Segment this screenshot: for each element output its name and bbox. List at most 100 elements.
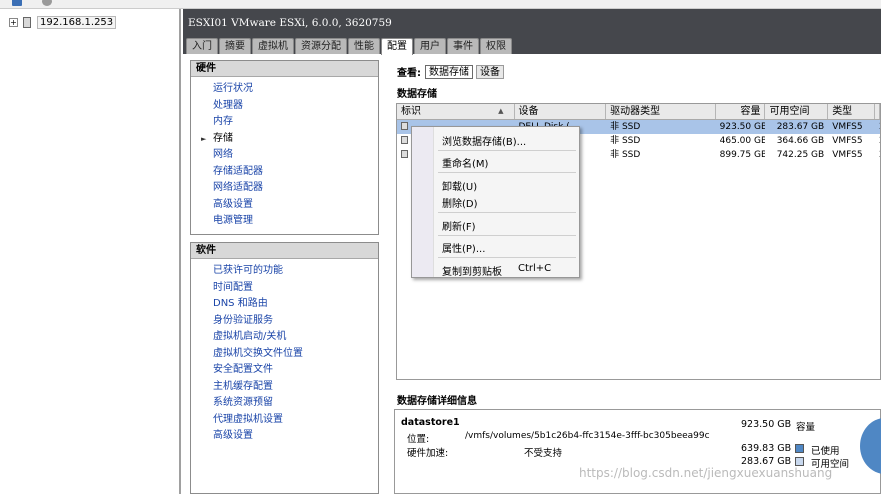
sw-item-advanced-settings[interactable]: 高级设置 [191,428,378,445]
tab-summary[interactable]: 摘要 [219,38,251,54]
row-drive-type: 非 SSD [610,150,641,160]
details-hw-accel-label: 硬件加速: [407,448,449,459]
col-free[interactable]: 可用空间 [765,104,829,119]
sw-item-time-configuration[interactable]: 时间配置 [191,280,378,297]
row-extra: 2( [875,148,880,162]
row-capacity: 465.00 GB [719,136,766,146]
refresh-icon[interactable] [42,0,52,6]
hw-item-storage[interactable]: ► 存储 [191,131,378,148]
view-datastores-button[interactable]: 数据存储 [425,64,473,79]
datastore-icon [401,150,408,158]
col-type[interactable]: 类型 [828,104,875,119]
inventory-tree: + 192.168.1.253 [0,9,181,494]
free-legend-swatch [795,457,804,466]
tab-virtual-machines[interactable]: 虚拟机 [252,38,294,54]
menu-separator [438,212,576,213]
sw-item-host-cache-configuration[interactable]: 主机缓存配置 [191,379,378,396]
sw-item-authentication-services[interactable]: 身份验证服务 [191,313,378,330]
tab-events[interactable]: 事件 [447,38,479,54]
host-label[interactable]: 192.168.1.253 [37,16,117,29]
hw-item-health[interactable]: 运行状况 [191,81,378,98]
menu-separator [438,235,576,236]
menu-gutter [412,127,434,277]
row-type: VMFS5 [832,150,863,160]
sw-item-system-resource-reservation[interactable]: 系统资源预留 [191,395,378,412]
menu-item-unmount[interactable]: 卸载(U) [442,178,477,193]
menu-item-rename[interactable]: 重命名(M) [442,155,488,170]
row-capacity: 923.50 GB [719,122,766,132]
tab-permissions[interactable]: 权限 [480,38,512,54]
table-header: 标识 ▲ 设备 驱动器类型 容量 可用空间 类型 上 [397,104,880,120]
used-legend-swatch [795,444,804,453]
row-type: VMFS5 [832,122,863,132]
sw-item-dns-routing[interactable]: DNS 和路由 [191,296,378,313]
details-datastore-name: datastore1 [401,417,460,428]
tab-getting-started[interactable]: 入门 [186,38,218,54]
server-icon [23,17,31,28]
hw-item-storage-adapters[interactable]: 存储适配器 [191,164,378,181]
menu-item-copy-to-clipboard[interactable]: 复制到剪贴板 [442,263,502,278]
row-free: 742.25 GB [776,150,825,160]
tab-users[interactable]: 用户 [414,38,446,54]
details-location-value: /vmfs/volumes/5b1c26b4-ffc3154e-3fff-bc3… [465,431,710,441]
view-label: 查看: [397,68,421,79]
software-panel-title: 软件 [191,243,378,259]
home-icon[interactable] [12,0,22,6]
expand-icon[interactable]: + [9,18,18,27]
datastore-icon [401,122,408,130]
menu-item-refresh[interactable]: 刷新(F) [442,218,476,233]
menu-item-properties[interactable]: 属性(P)... [442,240,485,255]
watermark: https://blog.csdn.net/jiengxuexuanshuang [579,466,833,480]
tree-node-host[interactable]: + 192.168.1.253 [9,16,117,29]
tab-configuration[interactable]: 配置 [381,38,413,55]
row-type: VMFS5 [832,136,863,146]
hw-item-network-adapters[interactable]: 网络适配器 [191,180,378,197]
datastores-title: 数据存储 [397,89,437,100]
tab-performance[interactable]: 性能 [348,38,380,54]
tab-bar: 入门 摘要 虚拟机 资源分配 性能 配置 用户 事件 权限 [186,38,513,55]
row-extra: 2( [875,120,880,134]
row-drive-type: 非 SSD [610,122,641,132]
details-location-label: 位置: [407,434,430,445]
sw-item-licensed-features[interactable]: 已获许可的功能 [191,263,378,280]
col-last-update[interactable]: 上 [875,104,880,119]
tab-resource-allocation[interactable]: 资源分配 [295,38,347,54]
view-selector: 查看: 数据存储 设备 [397,64,507,79]
row-free: 283.67 GB [776,122,825,132]
hw-item-advanced-settings[interactable]: 高级设置 [191,197,378,214]
col-drive-type[interactable]: 驱动器类型 [606,104,716,119]
sort-arrow-icon: ▲ [498,107,504,115]
menu-item-delete[interactable]: 删除(D) [442,195,478,210]
hardware-panel: 硬件 运行状况 处理器 内存 ► 存储 网络 存储适配器 网络适配器 高级设置 电… [190,60,379,235]
details-hw-accel-value: 不受支持 [524,448,563,459]
hw-item-processors[interactable]: 处理器 [191,98,378,115]
details-used-value: 639.83 GB [741,443,792,454]
row-extra: 2( [875,134,880,148]
col-identification-label: 标识 [401,106,421,117]
details-capacity-value: 923.50 GB [741,419,792,430]
details-title: 数据存储详细信息 [397,396,477,407]
hw-item-memory[interactable]: 内存 [191,114,378,131]
menu-item-browse-datastore[interactable]: 浏览数据存储(B)... [442,133,526,148]
details-used-label: 已使用 [811,446,840,457]
host-header: ESXI01 VMware ESXi, 6.0.0, 3620759 入门 摘要… [183,9,881,55]
col-capacity[interactable]: 容量 [716,104,766,119]
view-devices-button[interactable]: 设备 [476,64,504,79]
hw-item-power-management[interactable]: 电源管理 [191,213,378,230]
col-identification[interactable]: 标识 ▲ [397,104,515,119]
host-title: ESXI01 VMware ESXi, 6.0.0, 3620759 [188,17,392,29]
context-menu: 浏览数据存储(B)... 重命名(M) 卸载(U) 删除(D) 刷新(F) 属性… [411,126,580,278]
menu-shortcut-copy: Ctrl+C [518,263,552,274]
datastore-details: datastore1 位置: /vmfs/volumes/5b1c26b4-ff… [394,409,881,494]
sw-item-agent-vm-settings[interactable]: 代理虚拟机设置 [191,412,378,429]
menu-separator [438,257,576,258]
menu-separator [438,172,576,173]
col-device[interactable]: 设备 [515,104,607,119]
sw-item-security-profile[interactable]: 安全配置文件 [191,362,378,379]
hw-item-storage-label: 存储 [213,132,233,144]
sw-item-vm-startup-shutdown[interactable]: 虚拟机启动/关机 [191,329,378,346]
hw-item-networking[interactable]: 网络 [191,147,378,164]
details-capacity-label: 容量 [796,422,816,433]
menu-separator [438,150,576,151]
sw-item-vm-swapfile-location[interactable]: 虚拟机交换文件位置 [191,346,378,363]
